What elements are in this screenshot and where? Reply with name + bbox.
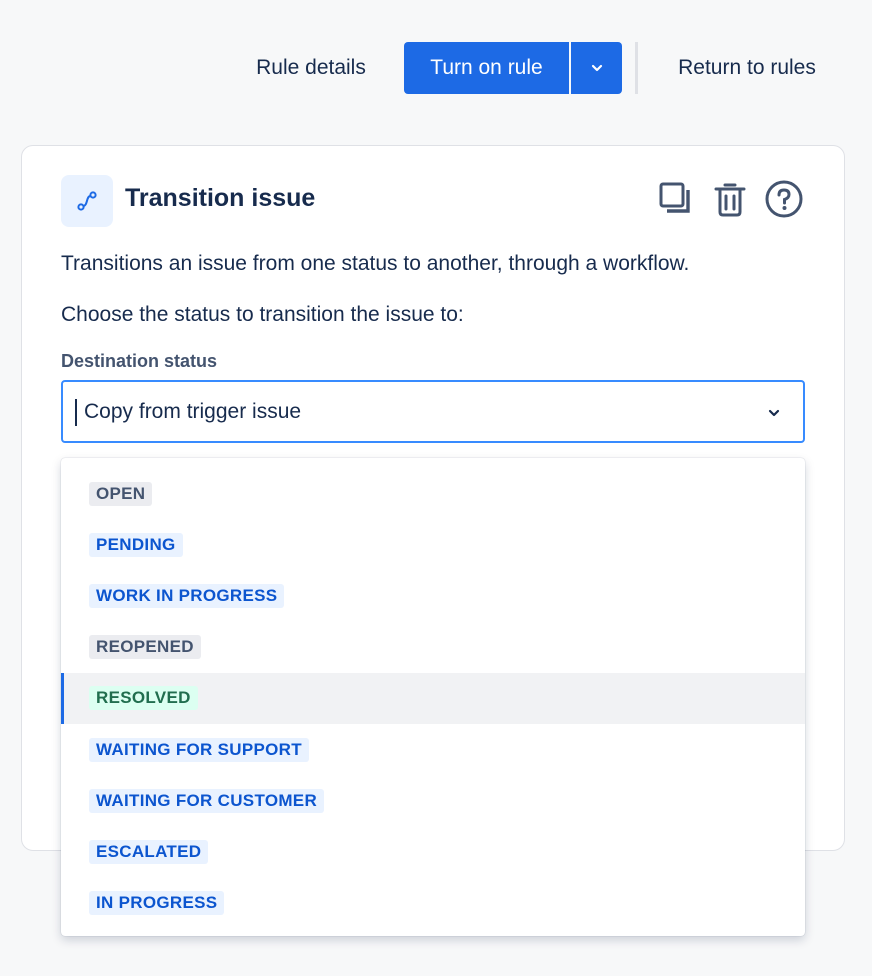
top-toolbar: Rule details Turn on rule Return to rule… (0, 42, 872, 94)
destination-status-label: Destination status (61, 351, 218, 371)
text-cursor (75, 399, 77, 426)
card-title: Transition issue (125, 184, 316, 212)
status-lozenge: REOPENED (89, 635, 201, 660)
status-lozenge: PENDING (89, 532, 183, 557)
status-lozenge: WORK IN PROGRESS (89, 583, 285, 608)
destination-status-value: Copy from trigger issue (84, 400, 302, 423)
trash-icon[interactable] (710, 179, 750, 219)
turn-on-rule-button[interactable]: Turn on rule (404, 42, 569, 94)
status-option-pending[interactable]: PENDING (61, 519, 805, 570)
toolbar-divider (635, 42, 638, 94)
destination-status-select[interactable]: Copy from trigger issue (61, 380, 805, 443)
status-option-waiting-for-customer[interactable]: WAITING FOR CUSTOMER (61, 775, 805, 826)
copy-icon[interactable] (656, 179, 696, 219)
chevron-down-icon (591, 64, 602, 72)
destination-status-menu: OPEN PENDING WORK IN PROGRESS REOPENED R… (61, 458, 805, 936)
status-option-open[interactable]: OPEN (61, 468, 805, 519)
card-description: Transitions an issue from one status to … (61, 252, 690, 275)
return-to-rules-button[interactable]: Return to rules (652, 42, 842, 94)
help-icon[interactable] (764, 179, 804, 219)
turn-on-rule-dropdown-button[interactable] (571, 42, 622, 94)
status-lozenge: WAITING FOR CUSTOMER (89, 788, 325, 813)
transition-icon (61, 175, 113, 227)
status-option-waiting-for-support[interactable]: WAITING FOR SUPPORT (61, 724, 805, 775)
status-option-resolved[interactable]: RESOLVED (61, 672, 805, 725)
rule-details-button[interactable]: Rule details (234, 42, 388, 94)
choose-status-prompt: Choose the status to transition the issu… (61, 303, 464, 326)
status-lozenge: ESCALATED (89, 839, 209, 864)
status-lozenge: OPEN (89, 481, 153, 506)
status-lozenge: WAITING FOR SUPPORT (89, 737, 309, 762)
card-actions (656, 179, 804, 219)
status-option-reopened[interactable]: REOPENED (61, 622, 805, 673)
status-option-work-in-progress[interactable]: WORK IN PROGRESS (61, 570, 805, 621)
chevron-down-icon[interactable] (763, 402, 785, 424)
status-option-escalated[interactable]: ESCALATED (61, 826, 805, 877)
status-lozenge: RESOLVED (89, 686, 198, 711)
status-option-in-progress[interactable]: IN PROGRESS (61, 878, 805, 929)
status-lozenge: IN PROGRESS (89, 891, 225, 916)
